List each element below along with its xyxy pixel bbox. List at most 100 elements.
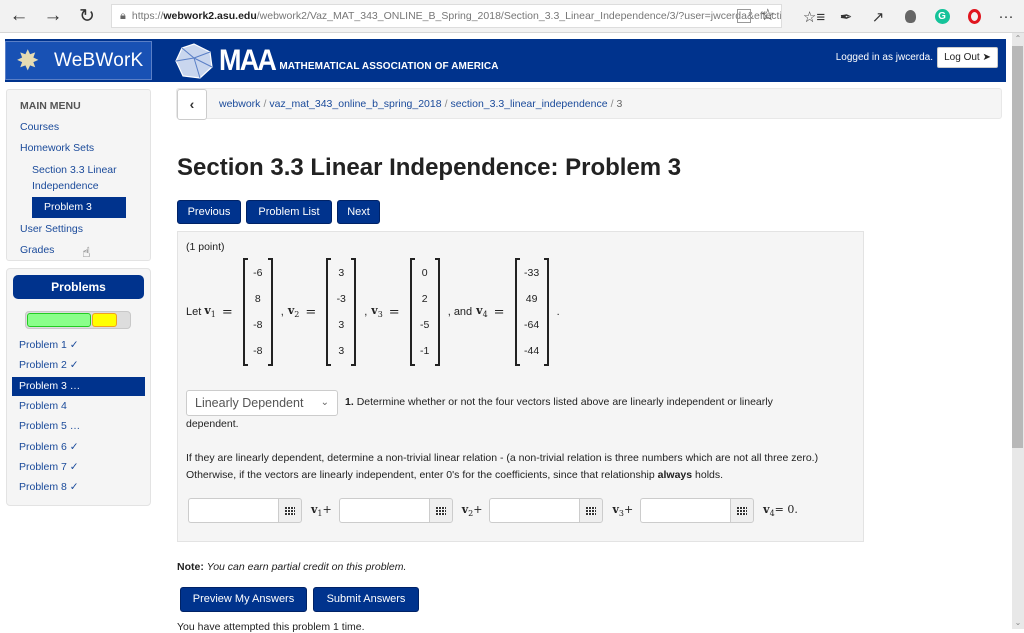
scroll-up-icon[interactable]: ⌃ [1012,33,1024,45]
matrix-entry: -5 [420,319,430,331]
logout-button[interactable]: Log Out ➤ [937,47,998,68]
login-status: Logged in as jwcerda. [835,52,933,63]
webwork-logo[interactable]: ✸ WeBWorK [5,41,152,80]
breadcrumb-item-set[interactable]: section_3.3_linear_independence [451,98,608,110]
note-text: You can earn partial credit on this prob… [206,561,407,573]
let-text: Let [186,306,202,318]
equals-sign: = [305,304,317,320]
coefficient-input-3[interactable] [489,498,580,523]
problem-list-item[interactable]: Problem 1 ✓ [7,336,144,355]
address-bar[interactable]: 🔒︎ https://webwork2.asu.edu/webwork2/Vaz… [111,4,782,28]
problem-list-item[interactable]: Problem 2 ✓ [7,356,144,375]
sidebar-item-user-settings[interactable]: User Settings [20,223,83,235]
period: . [556,306,560,318]
url-prefix: https:// [131,10,164,22]
breadcrumb-item-webwork[interactable]: webwork [219,98,260,110]
opera-icon[interactable] [958,0,990,33]
vector-v4-matrix: -33 49 -64 -44 [514,258,549,366]
sidebar-item-section-line1[interactable]: Section 3.3 Linear [32,164,117,176]
vector-v2-matrix: 3 -3 3 3 [326,258,357,366]
question-1-line2: dependent. [186,418,239,430]
problem-list-item[interactable]: Problem 7 ✓ [7,458,144,477]
preview-answers-button[interactable]: Preview My Answers [180,587,307,612]
equals-sign: = [221,304,233,320]
grid-icon [737,506,748,515]
scroll-thumb[interactable] [1012,46,1023,448]
question-1-line1: Determine whether or not the four vector… [356,396,773,408]
hand-cursor-icon: ☝︎ [82,244,91,260]
chevron-down-icon: ⌄ [320,397,329,408]
vector-term-label: v1+ [311,502,332,519]
lock-icon: 🔒︎ [120,9,126,22]
coefficient-group [188,498,302,523]
maa-logo[interactable]: MAA MATHEMATICAL ASSOCIATION OF AMERICA [175,41,499,81]
vector-v3-matrix: 0 2 -5 -1 [409,258,440,366]
maa-full-name: MATHEMATICAL ASSOCIATION OF AMERICA [279,60,499,72]
breadcrumb-item-course[interactable]: vaz_mat_343_online_b_spring_2018 [269,98,441,110]
maa-polyhedron-icon [175,43,213,79]
breadcrumb-back-button[interactable]: ‹ [177,89,207,120]
matrix-entry: -8 [253,319,263,331]
forward-icon[interactable]: → [36,0,70,33]
matrix-entry: 2 [421,293,428,305]
previous-button[interactable]: Previous [177,200,241,224]
coefficient-input-4[interactable] [640,498,731,523]
grid-icon [285,506,295,515]
more-icon[interactable]: ··· [990,0,1022,33]
logout-label: Log Out [944,52,980,63]
scroll-down-icon[interactable]: ⌄ [1012,617,1024,629]
problem-list-item[interactable]: Problem 3 … [12,376,145,396]
sidebar-item-grades[interactable]: Grades [20,244,54,256]
note-label: Note: [177,561,204,573]
back-icon[interactable]: ← [2,0,36,33]
url-host: webwork2.asu.edu [163,10,257,22]
matrix-entry: 3 [338,267,345,279]
sidebar-item-courses[interactable]: Courses [20,121,59,133]
problems-panel: Problems Problem 1 ✓ Problem 2 ✓ Problem 3… [6,268,151,506]
equation-editor-button[interactable] [579,498,604,523]
vector-term-label: v2+ [461,502,483,519]
breadcrumb: ‹ webwork / vaz_mat_343_online_b_spring_20… [176,88,1002,120]
main-menu-title: MAIN MENU [20,100,81,112]
comma: , [364,306,368,318]
lightbulb-icon[interactable] [894,0,926,33]
question-1-text: 1. Determine whether or not the four vec… [345,396,773,408]
instructions-bold: always [657,469,693,481]
submit-answers-button[interactable]: Submit Answers [313,587,419,612]
problem-list-item[interactable]: Problem 4 [7,397,144,416]
matrix-entry: 8 [254,293,261,305]
instructions-paragraph: If they are linearly dependent, determin… [186,450,856,484]
matrix-entry: -33 [523,267,540,279]
problem-list-item[interactable]: Problem 5 … [7,417,144,436]
problem-list-item[interactable]: Problem 8 ✓ [7,478,144,497]
problem-list-item[interactable]: Problem 6 ✓ [7,438,144,457]
refresh-icon[interactable]: ↻ [70,0,104,33]
matrix-entry: -1 [420,345,430,357]
problem-list-button[interactable]: Problem List [246,200,332,224]
vector-label-v3: v3 [371,304,383,320]
instructions-text: If they are linearly dependent, determin… [186,452,819,481]
coefficient-input-1[interactable] [188,498,278,523]
and-text: , and [447,306,473,318]
equation-editor-button[interactable] [278,498,302,523]
share-icon[interactable]: ↗ [862,0,894,33]
coefficient-group [338,498,453,523]
grammarly-icon[interactable]: G [926,0,958,33]
favorite-star-icon[interactable]: ☆ [761,7,775,25]
partial-credit-note: Note: You can earn partial credit on thi… [177,561,406,573]
matrix-entry: 0 [421,267,428,279]
page-title: Section 3.3 Linear Independence: Problem… [177,154,682,181]
favorites-list-icon[interactable]: ☆≡ [798,0,830,33]
instructions-text-end: holds. [692,469,724,481]
coefficient-input-2[interactable] [338,498,429,523]
sidebar-item-homework-sets[interactable]: Homework Sets [20,142,94,154]
sidebar-item-current-problem[interactable]: Problem 3 [32,197,126,218]
equation-editor-button[interactable] [730,498,755,523]
reading-view-icon[interactable] [736,9,751,23]
equation-editor-button[interactable] [428,498,453,523]
page-scrollbar[interactable]: ⌃ ⌄ [1012,33,1024,629]
dependence-select[interactable]: Linearly Dependent ⌄ [186,390,338,416]
sidebar-item-section-line2[interactable]: Independence [32,180,99,192]
next-button[interactable]: Next [337,200,380,224]
pen-icon[interactable]: ✒ [830,0,862,33]
